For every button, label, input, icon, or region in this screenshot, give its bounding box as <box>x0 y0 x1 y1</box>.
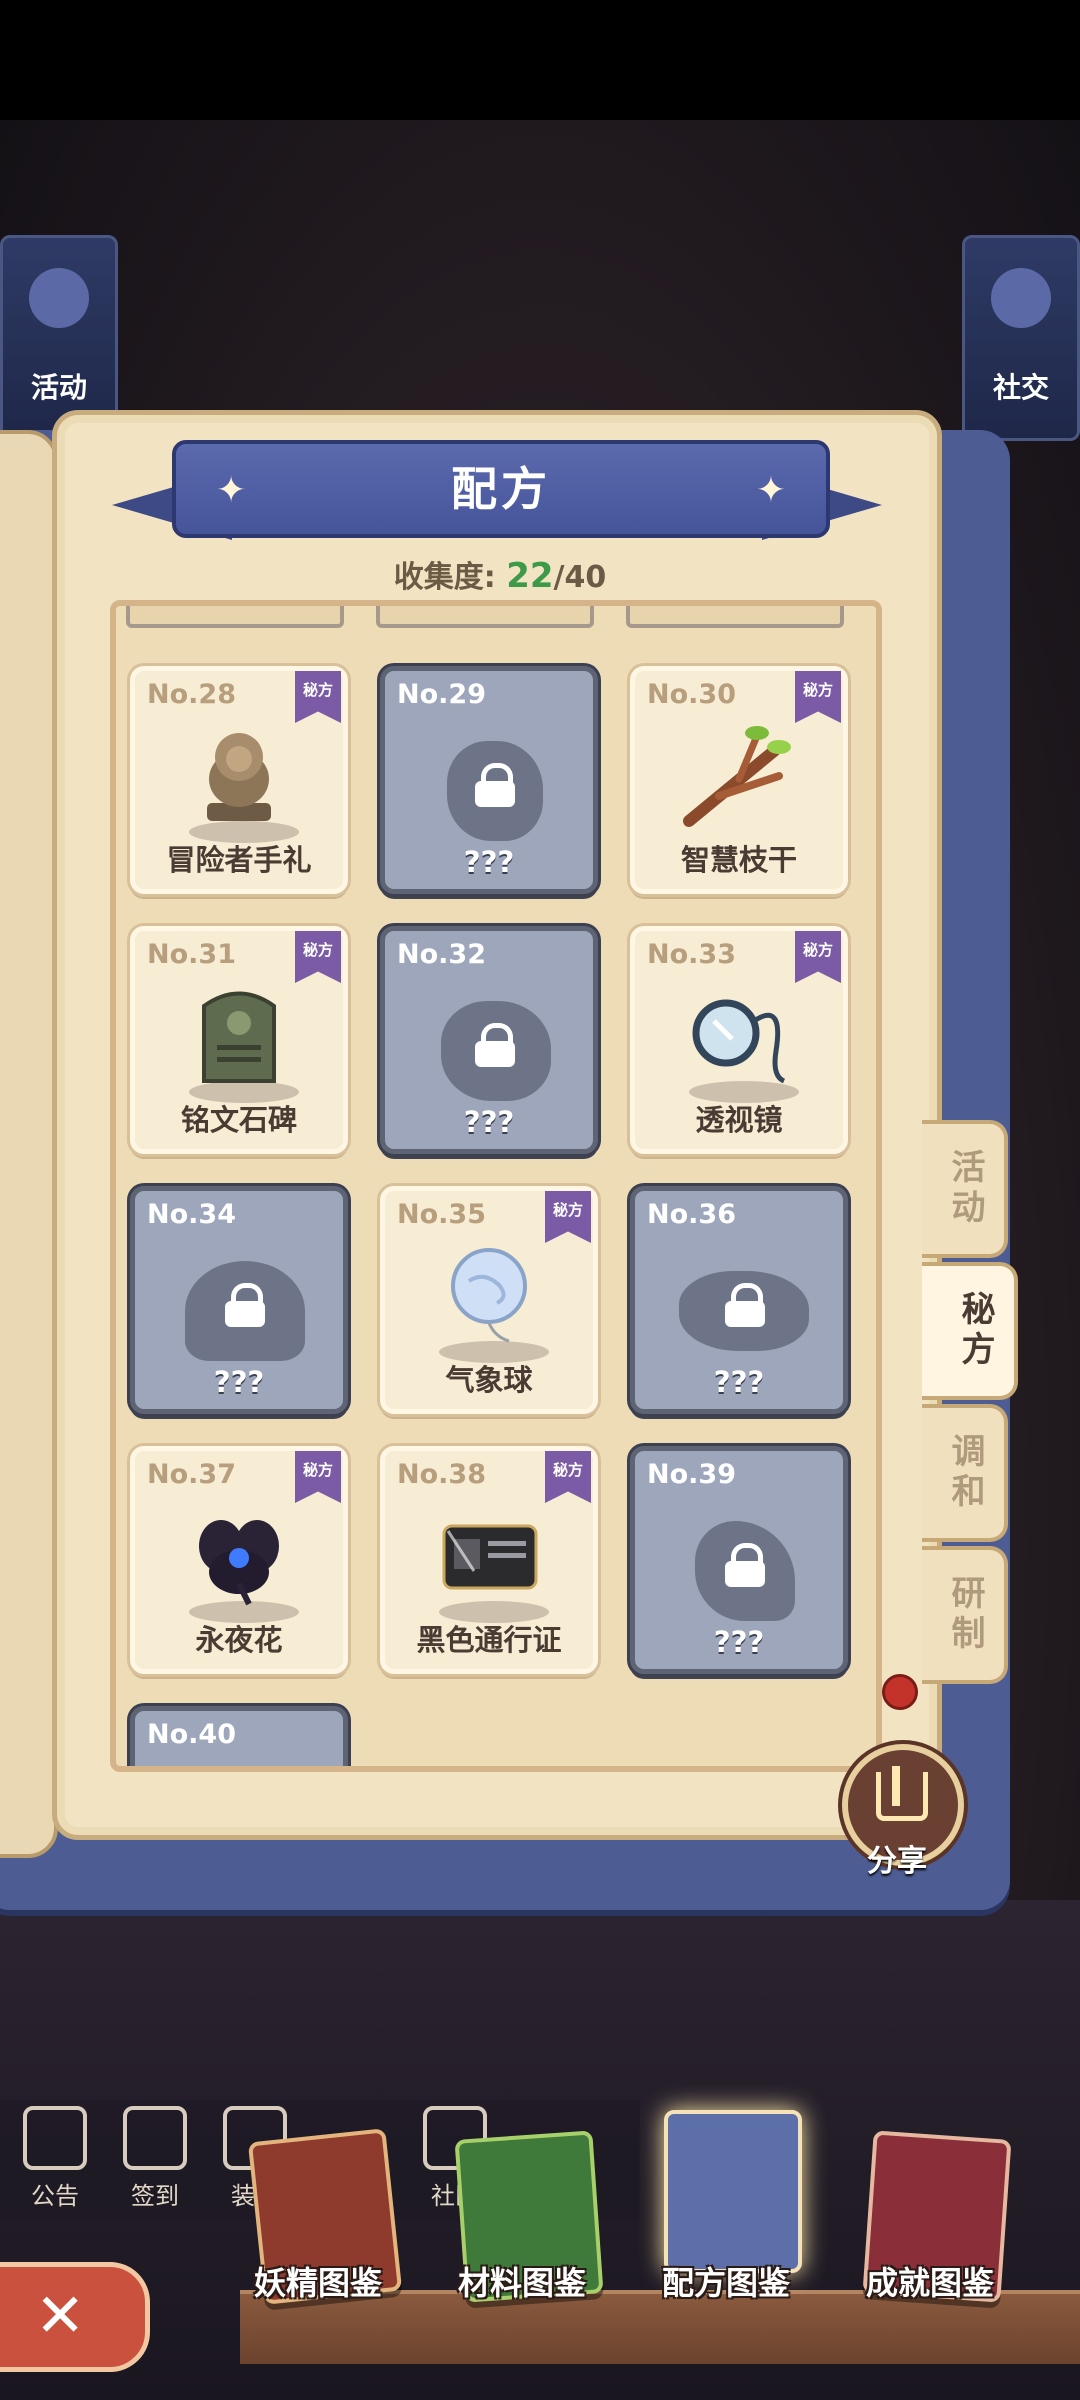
ribbon-body: ✦ 配方 ✦ <box>172 440 830 538</box>
tab-fairy-codex[interactable]: 妖精图鉴 <box>218 2258 418 2304</box>
secret-badge: 秘方 <box>545 1451 591 1503</box>
card-name: ??? <box>213 1365 265 1399</box>
recipe-card-locked[interactable]: No.40 <box>130 1706 348 1766</box>
page-title: 配方 <box>451 462 551 516</box>
card-name: ??? <box>463 1105 515 1139</box>
lock-icon <box>473 1023 517 1067</box>
card-name: 透视镜 <box>695 1103 783 1137</box>
tab-achievement-codex[interactable]: 成就图鉴 <box>830 2258 1030 2304</box>
night-flower-icon <box>199 1519 279 1605</box>
calendar-icon <box>123 2106 187 2170</box>
weather-balloon-icon <box>451 1247 527 1343</box>
card-number: No.33 <box>647 939 736 970</box>
checkin-label: 签到 <box>131 2182 179 2210</box>
card-number: No.35 <box>397 1199 486 1230</box>
secret-badge: 秘方 <box>295 671 341 723</box>
recipe-card[interactable]: No.31 秘方 铭文石碑 <box>130 926 348 1154</box>
card-number: No.40 <box>147 1719 236 1750</box>
card-edge <box>126 606 344 628</box>
collection-label: 收集度: <box>393 560 496 595</box>
recipe-card-locked[interactable]: No.32 ??? <box>380 926 598 1154</box>
card-name: 智慧枝干 <box>680 843 797 877</box>
collection-current: 22 <box>506 556 554 596</box>
close-icon: ✕ <box>35 2281 86 2351</box>
collection-total: /40 <box>553 560 607 595</box>
share-icon-tray <box>876 1772 928 1821</box>
book-left-page <box>0 430 58 1858</box>
secret-badge: 秘方 <box>795 671 841 723</box>
lock-icon <box>723 1283 767 1327</box>
recipe-card[interactable]: No.33 秘方 透视镜 <box>630 926 848 1154</box>
recipe-card-locked[interactable]: No.34 ??? <box>130 1186 348 1414</box>
notice-icon <box>23 2106 87 2170</box>
recipe-codex-book-icon[interactable] <box>664 2110 802 2273</box>
recipe-card-locked[interactable]: No.29 ??? <box>380 666 598 894</box>
recipe-card-locked[interactable]: No.39 ??? <box>630 1446 848 1674</box>
notice-label: 公告 <box>31 2182 79 2210</box>
monocle-icon <box>692 999 786 1083</box>
tab-material-codex[interactable]: 材料图鉴 <box>422 2258 622 2304</box>
card-number: No.32 <box>397 939 486 970</box>
tab-recipe-codex[interactable]: 配方图鉴 <box>626 2258 826 2304</box>
branch-icon <box>683 725 791 827</box>
ladybug-icon <box>882 1674 918 1710</box>
secret-badge: 秘方 <box>795 931 841 983</box>
social-banner-label: 社交 <box>992 371 1049 404</box>
card-number: No.38 <box>397 1459 486 1490</box>
recipe-card[interactable]: No.30 秘方 智慧枝干 <box>630 666 848 894</box>
activity-icon <box>29 268 89 328</box>
recipe-card[interactable]: No.38 秘方 黑色通行证 <box>380 1446 598 1674</box>
card-name: 黑色通行证 <box>416 1623 562 1657</box>
share-label: 分享 <box>867 1844 927 1879</box>
sparkle-icon: ✦ <box>755 470 786 511</box>
card-name: 气象球 <box>445 1363 533 1397</box>
activity-banner-label: 活动 <box>30 371 87 404</box>
card-name: 铭文石碑 <box>180 1103 297 1137</box>
lock-icon <box>473 763 517 807</box>
stone-tablet-icon <box>202 991 276 1083</box>
card-number: No.39 <box>647 1459 736 1490</box>
lock-icon <box>223 1283 267 1327</box>
recipe-card[interactable]: No.37 秘方 永夜花 <box>130 1446 348 1674</box>
secret-badge: 秘方 <box>295 1451 341 1503</box>
card-name: ??? <box>713 1625 765 1659</box>
card-number: No.30 <box>647 679 736 710</box>
card-number: No.31 <box>147 939 236 970</box>
card-edge <box>376 606 594 628</box>
notice-button[interactable]: 公告 <box>10 2106 100 2211</box>
tab-secret-recipe[interactable]: 秘方 <box>922 1262 1018 1400</box>
close-button[interactable]: ✕ <box>0 2262 150 2372</box>
secret-badge: 秘方 <box>295 931 341 983</box>
social-banner-button[interactable]: 社交 <box>962 235 1080 441</box>
card-number: No.37 <box>147 1459 236 1490</box>
card-number: No.28 <box>147 679 236 710</box>
social-icon <box>991 268 1051 328</box>
recipe-grid[interactable]: No.28 秘方 冒险者手礼 No.29 ??? No.30 秘方 智慧枝干 N… <box>110 600 882 1772</box>
tab-blend[interactable]: 调和 <box>922 1404 1008 1542</box>
card-number: No.36 <box>647 1199 736 1230</box>
tab-research[interactable]: 研制 <box>922 1546 1008 1684</box>
lock-icon <box>723 1543 767 1587</box>
card-name: ??? <box>713 1365 765 1399</box>
checkin-button[interactable]: 签到 <box>110 2106 200 2211</box>
tab-activity[interactable]: 活动 <box>922 1120 1008 1258</box>
recipe-card[interactable]: No.28 秘方 冒险者手礼 <box>130 666 348 894</box>
card-number: No.34 <box>147 1199 236 1230</box>
card-name: 永夜花 <box>195 1623 283 1657</box>
card-edge <box>626 606 844 628</box>
recipe-card[interactable]: No.35 秘方 气象球 <box>380 1186 598 1414</box>
title-ribbon: ✦ 配方 ✦ <box>112 440 882 550</box>
secret-badge: 秘方 <box>545 1191 591 1243</box>
card-name: ??? <box>463 845 515 879</box>
card-name: 冒险者手礼 <box>166 843 312 877</box>
black-pass-icon <box>442 1524 538 1590</box>
collection-progress: 收集度: 22/40 <box>300 552 700 596</box>
lion-statue-icon <box>207 732 271 821</box>
card-number: No.29 <box>397 679 486 710</box>
recipe-card-locked[interactable]: No.36 ??? <box>630 1186 848 1414</box>
